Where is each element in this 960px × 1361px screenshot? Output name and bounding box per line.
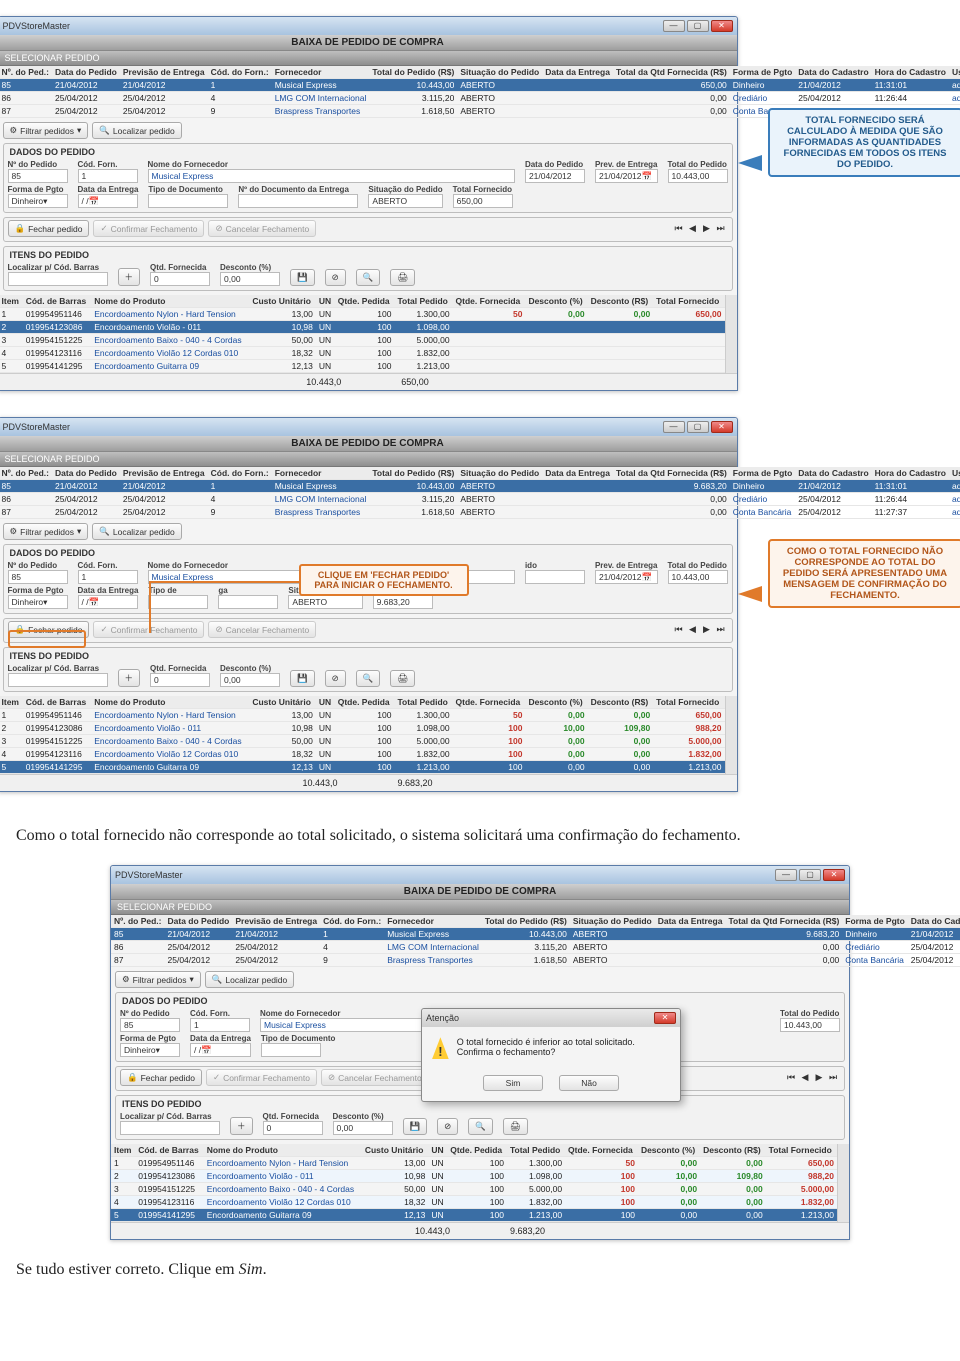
footer-totals: 10.443,0 650,00 [0,373,737,390]
min-button[interactable]: — [775,869,797,881]
table-row[interactable]: 5019954141295Encordoamento Guitarra 0912… [111,1209,837,1222]
app-title: PDVStoreMaster [3,21,71,31]
save-item-button[interactable]: 💾 [290,269,315,286]
table-row[interactable]: 1019954951146Encordoamento Nylon - Hard … [0,709,725,722]
fechar-pedido-button[interactable]: 🔒 Fechar pedido [120,1069,202,1086]
cancelar-button: ⊘ Cancelar Fechamento [208,220,316,237]
dialog-close-button[interactable]: ✕ [654,1012,676,1024]
callout-arrow-icon [738,586,762,602]
window-2: PDVStoreMaster — ▢ ✕ BAIXA DE PEDIDO DE … [0,417,738,792]
selecionar-bar[interactable]: SELECIONAR PEDIDO [0,51,737,66]
window-3: PDVStoreMaster — ▢ ✕ BAIXA DE PEDIDO DE … [110,865,850,1240]
dialog-text: O total fornecido é inferior ao total so… [457,1037,670,1057]
table-row[interactable]: 2019954123086Encordoamento Violão - 0111… [111,1170,837,1183]
pedido-grid-3[interactable]: Nº. do Ped.:Data do PedidoPrevisão de En… [111,915,960,967]
total-fornecido-field: 650,00 [453,194,513,208]
min-button[interactable]: — [663,20,685,32]
close-button[interactable]: ✕ [711,20,733,32]
confirm-dialog: Atenção ✕ ! O total fornecido é inferior… [421,1008,681,1102]
callout-total-fornecido: TOTAL FORNECIDO SERÁ CALCULADO À MEDIDA … [768,108,960,177]
titlebar[interactable]: PDVStoreMaster — ▢ ✕ [0,418,737,436]
table-row[interactable]: 5019954141295Encordoamento Guitarra 0912… [0,761,725,774]
table-row[interactable]: 4019954123116Encordoamento Violão 12 Cor… [0,347,725,360]
items-grid-1[interactable]: ItemCód. de BarrasNome do ProdutoCusto U… [0,295,725,373]
table-row[interactable]: 1019954951146Encordoamento Nylon - Hard … [0,308,725,321]
table-row[interactable]: 4019954123116Encordoamento Violão 12 Cor… [0,748,725,761]
table-row[interactable]: 5019954141295Encordoamento Guitarra 0912… [0,360,725,373]
total-pedido-field: 10.443,00 [668,169,728,183]
table-row[interactable]: 8625/04/201225/04/20124LMG COM Internaci… [0,92,960,105]
max-button[interactable]: ▢ [799,869,821,881]
instruction-paragraph-2: Se tudo estiver correto. Clique em Sim. [16,1258,944,1281]
pedido-grid-2[interactable]: Nº. do Ped.:Data do PedidoPrevisão de En… [0,467,960,519]
table-row[interactable]: 4019954123116Encordoamento Violão 12 Cor… [111,1196,837,1209]
desc-input[interactable]: 0,00 [220,272,280,286]
inline-callout-fechar: CLIQUE EM 'FECHAR PEDIDO' PARA INICIAR O… [299,564,469,596]
table-row[interactable]: 8625/04/201225/04/20124LMG COM Internaci… [111,941,960,954]
cancel-item-button[interactable]: ⊘ [325,269,346,286]
warning-icon: ! [432,1037,449,1059]
table-row[interactable]: 3019954151225Encordoamento Baixo - 040 -… [0,735,725,748]
close-button[interactable]: ✕ [823,869,845,881]
num-pedido-field[interactable]: 85 [8,169,68,183]
callout-confirmacao: COMO O TOTAL FORNECIDO NÃO CORRESPONDE A… [768,539,960,608]
highlight-fechar-pedido [8,630,86,648]
window-subtitle: BAIXA DE PEDIDO DE COMPRA [0,35,737,51]
record-nav[interactable]: ⏮◀▶⏭ [672,223,728,234]
max-button[interactable]: ▢ [687,20,709,32]
min-button[interactable]: — [663,421,685,433]
localizar-button[interactable]: 🔍 Localizar pedido [92,122,182,139]
items-grid-3[interactable]: ItemCód. de BarrasNome do ProdutoCusto U… [111,1144,837,1222]
search-item-button[interactable]: 🔍 [356,269,381,286]
callout-connector [234,581,299,583]
data-pedido-field[interactable]: 21/04/2012 [525,169,585,183]
itens-pedido-section: ITENS DO PEDIDO Localizar p/ Cód. Barras… [3,246,733,291]
instruction-paragraph-1: Como o total fornecido não corresponde a… [16,824,944,847]
localizar-button[interactable]: 🔍 Localizar pedido [92,523,182,540]
table-row[interactable]: 2019954123086Encordoamento Violão - 0111… [0,722,725,735]
dialog-sim-button[interactable]: Sim [483,1075,543,1091]
dados-pedido-section: DADOS DO PEDIDO Nº do Pedido85 Cód. Forn… [3,143,733,213]
titlebar[interactable]: PDVStoreMaster — ▢ ✕ [0,17,737,35]
close-button[interactable]: ✕ [711,421,733,433]
dialog-title: Atenção [426,1013,459,1023]
cod-forn-field[interactable]: 1 [78,169,138,183]
table-row[interactable]: 3019954151225Encordoamento Baixo - 040 -… [0,334,725,347]
table-row[interactable]: 3019954151225Encordoamento Baixo - 040 -… [111,1183,837,1196]
table-row[interactable]: 8625/04/201225/04/20124LMG COM Internaci… [0,493,960,506]
table-row[interactable]: 8521/04/201221/04/20121Musical Express10… [0,480,960,493]
window-1: PDVStoreMaster — ▢ ✕ BAIXA DE PEDIDO DE … [0,16,738,391]
confirmar-button: ✓ Confirmar Fechamento [93,220,204,237]
nome-forn-field[interactable]: Musical Express [148,169,515,183]
table-row[interactable]: 1019954951146Encordoamento Nylon - Hard … [111,1157,837,1170]
table-row[interactable]: 8725/04/201225/04/20129Braspress Transpo… [111,954,960,967]
localizar-input[interactable] [8,272,108,286]
filtrar-button[interactable]: ⚙ Filtrar pedidos ▾ [3,122,89,139]
dialog-nao-button[interactable]: Não [559,1075,619,1091]
scrollbar[interactable] [725,295,737,373]
add-button[interactable]: ＋ [118,268,141,286]
items-grid-2[interactable]: ItemCód. de BarrasNome do ProdutoCusto U… [0,696,725,774]
filtrar-button[interactable]: ⚙ Filtrar pedidos ▾ [3,523,89,540]
max-button[interactable]: ▢ [687,421,709,433]
qtd-input[interactable]: 0 [150,272,210,286]
print-item-button[interactable]: 🖨 [390,269,415,286]
callout-arrow-icon [738,155,762,171]
table-row[interactable]: 2019954123086Encordoamento Violão - 0111… [0,321,725,334]
table-row[interactable]: 8521/04/201221/04/20121Musical Express10… [0,79,960,92]
fechar-pedido-button[interactable]: 🔒 Fechar pedido [8,220,90,237]
dados-pedido-header: DADOS DO PEDIDO [8,146,728,158]
table-row[interactable]: 8521/04/201221/04/20121Musical Express10… [111,928,960,941]
table-row[interactable]: 8725/04/201225/04/20129Braspress Transpo… [0,506,960,519]
